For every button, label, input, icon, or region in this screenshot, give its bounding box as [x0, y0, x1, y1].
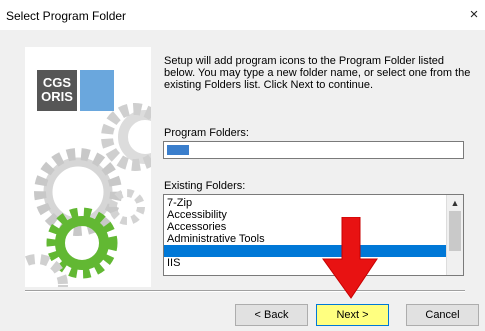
- window-title: Select Program Folder: [6, 9, 127, 23]
- red-arrow-icon: [322, 217, 378, 299]
- list-item[interactable]: 7-Zip: [164, 197, 463, 209]
- list-item[interactable]: IIS: [164, 257, 463, 269]
- gear-icon: [118, 110, 151, 164]
- list-item[interactable]: Accessibility: [164, 209, 463, 221]
- close-icon[interactable]: ×: [466, 7, 482, 23]
- gear-icon: [55, 216, 109, 270]
- program-folders-label: Program Folders:: [164, 127, 249, 139]
- back-button[interactable]: < Back: [235, 304, 308, 326]
- scrollbar-thumb[interactable]: [449, 211, 461, 251]
- list-scrollbar[interactable]: ▲: [446, 195, 463, 275]
- next-button[interactable]: Next >: [316, 304, 389, 326]
- logo-accent: [80, 70, 114, 111]
- cancel-button[interactable]: Cancel: [406, 304, 479, 326]
- divider: [25, 290, 465, 291]
- list-item-selected[interactable]: [164, 245, 463, 257]
- program-folder-input[interactable]: [163, 141, 464, 159]
- description-text: Setup will add program icons to the Prog…: [164, 55, 471, 91]
- list-item[interactable]: Accessories: [164, 221, 463, 233]
- logo: CGS ORIS: [37, 70, 77, 111]
- existing-folders-label: Existing Folders:: [164, 180, 246, 192]
- setup-artwork: CGS ORIS: [25, 47, 151, 287]
- scroll-up-icon[interactable]: ▲: [447, 197, 463, 209]
- existing-folders-list[interactable]: 7-Zip Accessibility Accessories Administ…: [163, 194, 464, 276]
- title-bar: Select Program Folder ×: [0, 0, 485, 30]
- list-item[interactable]: Administrative Tools: [164, 233, 463, 245]
- text-selection: [167, 145, 189, 155]
- gear-icon: [25, 254, 68, 287]
